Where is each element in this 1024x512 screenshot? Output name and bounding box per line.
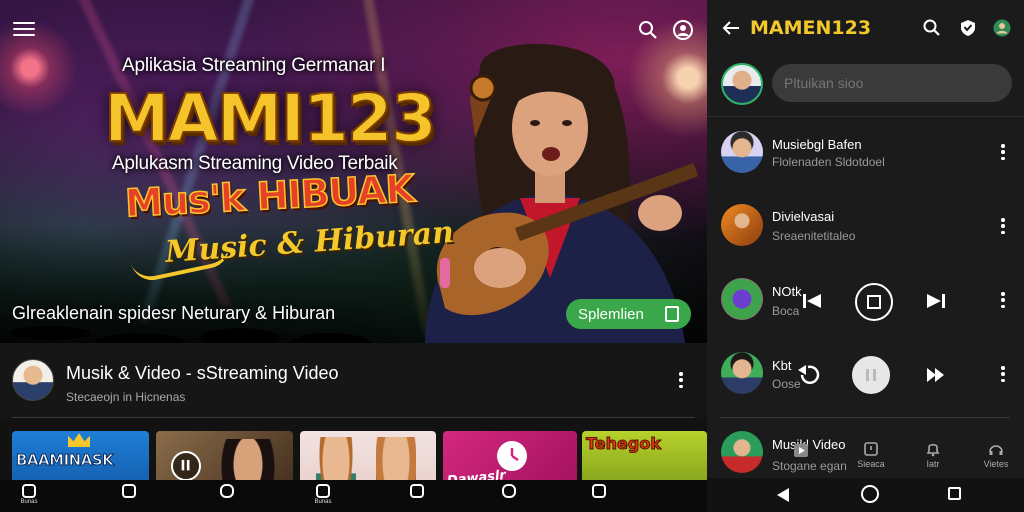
user-avatar[interactable] xyxy=(721,63,763,105)
mini-nav-timer[interactable]: Sieaca xyxy=(857,441,885,469)
list-item-title: Kbt xyxy=(772,358,792,373)
list-item-avatar xyxy=(721,431,763,473)
list-item-title: NOtk xyxy=(772,284,802,299)
skip-next-icon[interactable] xyxy=(925,291,947,311)
more-options-icon[interactable] xyxy=(994,289,1012,311)
comment-input[interactable] xyxy=(772,64,1012,102)
home-icon xyxy=(316,484,330,498)
more-options-icon[interactable] xyxy=(994,215,1012,237)
nav-label: Bunas xyxy=(314,499,332,505)
account-icon[interactable] xyxy=(672,19,694,41)
clock-icon xyxy=(497,441,527,471)
channel-subtitle: Stecaeojn in Hicnenas xyxy=(66,390,186,404)
channel-avatar[interactable] xyxy=(12,359,54,401)
thumbnail-title: BAAMINASK xyxy=(15,451,114,470)
subscribe-button[interactable]: Splemlien xyxy=(566,299,691,329)
back-triangle-icon[interactable] xyxy=(776,487,790,503)
app-root: Aplikasia Streaming Germanar I MAMI123 A… xyxy=(0,0,1024,512)
stop-icon xyxy=(867,295,881,309)
recent-square-icon[interactable] xyxy=(948,487,961,500)
main-pane: Aplikasia Streaming Germanar I MAMI123 A… xyxy=(0,0,707,512)
hamburger-menu-icon[interactable] xyxy=(13,19,35,41)
list-item-title: Divielvasai xyxy=(772,209,835,224)
shorts-icon xyxy=(502,484,516,498)
channel-title: Musik & Video - sStreaming Video xyxy=(66,363,339,383)
library-icon xyxy=(122,484,136,498)
more-options-icon[interactable] xyxy=(994,141,1012,163)
shorts-icon xyxy=(220,484,234,498)
hero-caption: Glreaklenain spidesr Neturary & Hiburan xyxy=(12,303,336,323)
list-item-subtitle: Stogane egan xyxy=(772,459,847,473)
stop-button[interactable] xyxy=(855,283,893,321)
nav-home[interactable]: Bunas xyxy=(18,484,40,506)
list-item-avatar xyxy=(721,131,763,173)
replay-icon[interactable] xyxy=(796,364,822,386)
play-circle-icon xyxy=(171,451,201,481)
skip-previous-icon[interactable] xyxy=(801,291,823,311)
search-icon[interactable] xyxy=(922,18,942,38)
performer-illustration xyxy=(425,43,699,343)
nav-library[interactable] xyxy=(406,484,428,506)
nav-shorts[interactable] xyxy=(498,484,520,506)
back-arrow-icon[interactable] xyxy=(721,18,741,38)
more-options-icon[interactable] xyxy=(672,369,690,391)
nav-library[interactable] xyxy=(588,484,610,506)
pause-icon xyxy=(866,369,876,381)
mini-nav-label: Iatr xyxy=(926,459,940,469)
crown-icon xyxy=(68,433,90,447)
home-icon xyxy=(22,484,36,498)
mini-nav-label: Sieaca xyxy=(857,459,885,469)
bell-icon xyxy=(926,443,940,457)
list-item-subtitle: Boca xyxy=(772,304,800,318)
thumbnail-title: Tehegok xyxy=(586,434,662,454)
save-icon xyxy=(665,306,679,322)
nav-label: Bunas xyxy=(20,499,38,505)
list-item-avatar xyxy=(721,352,763,394)
hero-brand-title: MAMI123 xyxy=(103,79,438,158)
side-panel-title: MAMEN123 xyxy=(750,17,872,39)
more-options-icon[interactable] xyxy=(994,363,1012,385)
divider xyxy=(720,417,1010,418)
divider xyxy=(12,417,695,418)
divider xyxy=(707,116,1024,117)
mini-nav-videos[interactable]: Vietes xyxy=(983,441,1009,469)
nav-shorts[interactable] xyxy=(216,484,238,506)
list-item-avatar xyxy=(721,278,763,320)
nav-library[interactable] xyxy=(118,484,140,506)
mini-nav-upload[interactable] xyxy=(788,441,814,459)
headphones-icon xyxy=(989,445,1003,455)
mini-nav-label: Vietes xyxy=(983,459,1009,469)
hero-banner[interactable]: Aplikasia Streaming Germanar I MAMI123 A… xyxy=(0,0,707,343)
list-item-title: Musiebgl Bafen xyxy=(772,137,862,152)
list-item-subtitle: Flolenaden Sldotdoel xyxy=(772,155,885,169)
profile-globe-icon[interactable] xyxy=(992,18,1012,38)
mini-nav-alerts[interactable]: Iatr xyxy=(920,441,946,469)
home-circle-icon[interactable] xyxy=(861,485,879,503)
hero-tagline: Aplikasia Streaming Germanar I xyxy=(122,55,386,76)
list-item-avatar xyxy=(721,204,763,246)
channel-row[interactable]: Musik & Video - sStreaming Video Stecaeo… xyxy=(0,343,707,417)
library-icon xyxy=(592,484,606,498)
nav-home[interactable]: Bunas xyxy=(312,484,334,506)
upload-icon xyxy=(794,444,808,457)
library-icon xyxy=(410,484,424,498)
shield-icon[interactable] xyxy=(958,18,978,38)
timer-icon xyxy=(864,442,878,456)
search-icon[interactable] xyxy=(637,19,659,41)
subscribe-label: Splemlien xyxy=(578,305,644,323)
fast-forward-icon[interactable] xyxy=(925,365,947,385)
list-item-subtitle: Sreaenitetitaleo xyxy=(772,229,856,243)
pause-button[interactable] xyxy=(852,356,890,394)
